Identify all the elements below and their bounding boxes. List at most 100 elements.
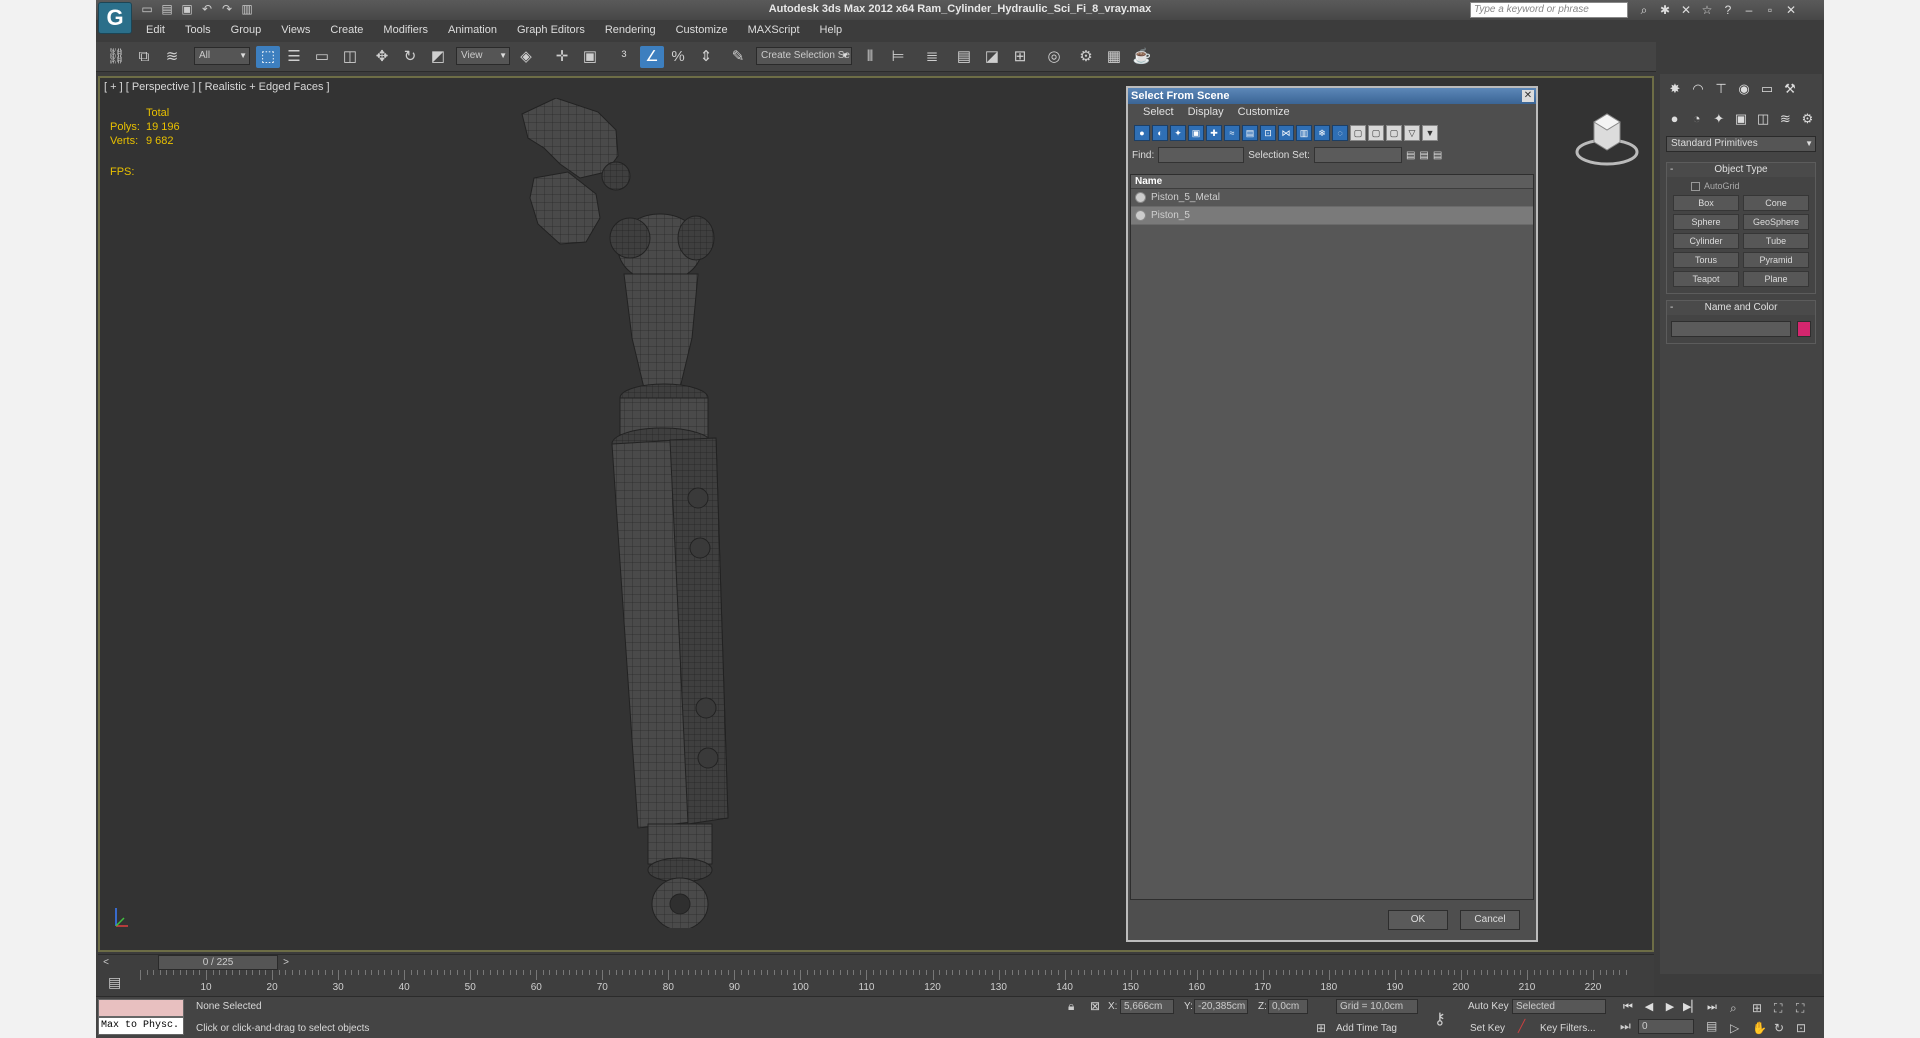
communication-icon[interactable]: ✕ <box>1678 2 1694 18</box>
zoom-extents-all-icon[interactable]: ⛶ <box>1796 1001 1804 1016</box>
frame-ruler[interactable]: 10 20 30 40 50 60 70 80 90 100 110 120 130 140 150 160 1… <box>140 970 1627 996</box>
selection-set-edit-icon[interactable]: ▤ <box>1433 150 1442 161</box>
curve-editor-icon[interactable]: ◪ <box>980 46 1004 68</box>
new-file-icon[interactable]: ▭ <box>140 2 154 16</box>
project-folder-icon[interactable]: ▥ <box>240 2 254 16</box>
percent-snap-icon[interactable]: % <box>666 46 690 68</box>
go-to-start-icon[interactable]: ⏮ <box>1620 999 1636 1015</box>
helpers-category-icon[interactable]: ◫ <box>1755 110 1772 128</box>
scale-icon[interactable]: ◩ <box>426 46 450 68</box>
z-coordinate-field[interactable]: 0,0cm <box>1268 999 1308 1014</box>
track-bar[interactable]: ▤ 10 20 30 40 50 60 70 80 90 100 110 120 130 140 150 16… <box>98 970 1654 996</box>
mirror-icon[interactable]: ⫴ <box>858 46 882 68</box>
help-icon[interactable]: ? <box>1720 2 1736 18</box>
link-icon[interactable]: ⛓ <box>104 46 128 68</box>
tube-button[interactable]: Tube <box>1743 233 1809 249</box>
zoom-icon[interactable]: ⌕ <box>1730 1001 1737 1016</box>
geometry-category-icon[interactable]: ● <box>1666 110 1683 128</box>
binoculars-icon[interactable]: ⌕ <box>1636 2 1652 18</box>
subscription-icon[interactable]: ✱ <box>1657 2 1673 18</box>
previous-frame-icon[interactable]: ◀ <box>1641 999 1657 1015</box>
next-frame-arrow-icon[interactable]: > <box>280 955 292 970</box>
viewport-label[interactable]: [ + ] [ Perspective ] [ Realistic + Edge… <box>104 81 330 93</box>
maximize-icon[interactable]: ▫ <box>1762 2 1778 18</box>
maxscript-mini-listener[interactable]: Max to Physc. <box>98 1017 184 1035</box>
redo-icon[interactable]: ↷ <box>220 2 234 16</box>
display-xrefs-icon[interactable]: ⊡ <box>1260 125 1276 141</box>
time-slider[interactable]: < 0 / 225 > <box>98 954 1654 970</box>
play-icon[interactable]: ▶ <box>1662 999 1678 1015</box>
cylinder-button[interactable]: Cylinder <box>1673 233 1739 249</box>
teapot-button[interactable]: Teapot <box>1673 271 1739 287</box>
pivot-center-icon[interactable]: ◈ <box>514 46 538 68</box>
primitive-category-dropdown[interactable]: Standard Primitives <box>1666 136 1816 152</box>
cone-button[interactable]: Cone <box>1743 195 1809 211</box>
torus-button[interactable]: Torus <box>1673 252 1739 268</box>
box-button[interactable]: Box <box>1673 195 1739 211</box>
key-mode-dropdown[interactable]: Selected <box>1512 999 1606 1014</box>
material-editor-icon[interactable]: ◎ <box>1042 46 1066 68</box>
select-manipulate-icon[interactable]: ✛ <box>550 46 574 68</box>
add-time-tag[interactable]: Add Time Tag <box>1336 1023 1397 1034</box>
menu-create[interactable]: Create <box>320 22 373 40</box>
reference-coordinate-dropdown[interactable]: View <box>456 47 510 65</box>
object-color-swatch[interactable] <box>1797 321 1811 337</box>
display-none-icon[interactable]: ▢ <box>1368 125 1384 141</box>
schematic-view-icon[interactable]: ⊞ <box>1008 46 1032 68</box>
rendered-frame-window-icon[interactable]: ▦ <box>1102 46 1126 68</box>
display-hidden-icon[interactable]: ◌ <box>1332 125 1348 141</box>
cancel-button[interactable]: Cancel <box>1460 910 1520 930</box>
menu-modifiers[interactable]: Modifiers <box>373 22 438 40</box>
motion-tab-icon[interactable]: ◉ <box>1735 80 1753 98</box>
menu-animation[interactable]: Animation <box>438 22 507 40</box>
current-frame-field[interactable]: 0 <box>1638 1019 1694 1034</box>
display-frozen-icon[interactable]: ❄ <box>1314 125 1330 141</box>
selection-lock-icon[interactable]: 🔒︎ <box>1068 999 1074 1014</box>
render-setup-icon[interactable]: ⚙ <box>1074 46 1098 68</box>
unlink-icon[interactable]: ⧉ <box>132 46 156 68</box>
pan-icon[interactable]: ✋ <box>1752 1021 1767 1035</box>
window-crossing-icon[interactable]: ◫ <box>338 46 362 68</box>
filter-options-icon[interactable]: ▼ <box>1422 125 1438 141</box>
undo-icon[interactable]: ↶ <box>200 2 214 16</box>
pyramid-button[interactable]: Pyramid <box>1743 252 1809 268</box>
name-and-color-title[interactable]: Name and Color <box>1667 301 1815 315</box>
find-input[interactable] <box>1158 147 1245 163</box>
field-of-view-icon[interactable]: ▷ <box>1730 1021 1739 1035</box>
dialog-close-icon[interactable]: ✕ <box>1522 90 1534 102</box>
select-object-icon[interactable]: ⬚ <box>256 46 280 68</box>
rectangular-region-icon[interactable]: ▭ <box>310 46 334 68</box>
display-all-icon[interactable]: ▢ <box>1350 125 1366 141</box>
menu-views[interactable]: Views <box>271 22 320 40</box>
angle-snap-icon[interactable]: ∠ <box>640 46 664 68</box>
list-row-piston-5[interactable]: Piston_5 <box>1131 207 1533 225</box>
display-tab-icon[interactable]: ▭ <box>1758 80 1776 98</box>
set-keys-key-icon[interactable]: ⚷ <box>1434 1009 1446 1029</box>
hierarchy-tab-icon[interactable]: ⊤ <box>1712 80 1730 98</box>
minimize-icon[interactable]: – <box>1741 2 1757 18</box>
zoom-all-icon[interactable]: ⊞ <box>1752 1001 1762 1015</box>
search-input[interactable]: Type a keyword or phrase <box>1470 2 1628 18</box>
dialog-menu-customize[interactable]: Customize <box>1231 104 1297 122</box>
key-filters-button[interactable]: Key Filters... <box>1540 1023 1596 1034</box>
autogrid-check-icon[interactable] <box>1691 181 1700 191</box>
close-icon[interactable]: ✕ <box>1783 2 1799 18</box>
viewcube-icon[interactable] <box>1574 108 1640 168</box>
move-icon[interactable]: ✥ <box>370 46 394 68</box>
rotate-icon[interactable]: ↻ <box>398 46 422 68</box>
set-key-button[interactable]: Set Key <box>1470 1023 1505 1034</box>
orbit-icon[interactable]: ↻ <box>1774 1021 1784 1035</box>
menu-group[interactable]: Group <box>221 22 272 40</box>
display-cameras-icon[interactable]: ▣ <box>1188 125 1204 141</box>
snaps-toggle-icon[interactable]: ³ <box>612 46 636 68</box>
cameras-category-icon[interactable]: ▣ <box>1732 110 1749 128</box>
systems-category-icon[interactable]: ⚙ <box>1799 110 1816 128</box>
autogrid-checkbox[interactable]: AutoGrid <box>1691 181 1815 191</box>
object-name-input[interactable] <box>1671 321 1791 337</box>
ok-button[interactable]: OK <box>1388 910 1448 930</box>
display-helpers-icon[interactable]: ✚ <box>1206 125 1222 141</box>
keyboard-shortcut-icon[interactable]: ▣ <box>578 46 602 68</box>
object-type-title[interactable]: Object Type <box>1667 163 1815 177</box>
edit-named-selection-icon[interactable]: ✎ <box>726 46 750 68</box>
maxscript-listener-output[interactable] <box>98 999 184 1017</box>
